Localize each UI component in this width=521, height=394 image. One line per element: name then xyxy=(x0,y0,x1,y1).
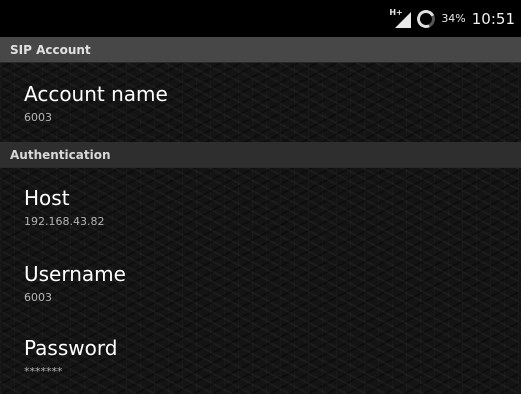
status-bar: H+ 34% 10:51 xyxy=(0,0,521,37)
pref-title: Password xyxy=(24,336,118,360)
pref-title: Username xyxy=(24,262,126,286)
pref-summary: ******* xyxy=(24,365,63,378)
pref-summary: 6003 xyxy=(24,291,52,304)
clock: 10:51 xyxy=(471,9,515,28)
pref-summary: 6003 xyxy=(24,111,52,124)
signal-bars-icon xyxy=(395,11,412,28)
pref-title: Account name xyxy=(24,82,168,106)
pref-host[interactable]: Host 192.168.43.82 xyxy=(0,168,521,244)
battery-percent: 34% xyxy=(441,12,466,25)
pref-password[interactable]: Password ******* xyxy=(0,318,521,394)
pref-summary: 192.168.43.82 xyxy=(24,215,105,228)
pref-username[interactable]: Username 6003 xyxy=(0,244,521,320)
signal-icon: H+ xyxy=(389,8,412,29)
settings-screen: H+ 34% 10:51 SIP Account Account name 60… xyxy=(0,0,521,394)
section-header-authentication: Authentication xyxy=(0,142,521,168)
pref-account-name[interactable]: Account name 6003 xyxy=(0,64,521,140)
pref-title: Host xyxy=(24,186,70,210)
battery-icon xyxy=(414,6,438,31)
section-header-sip-account: SIP Account xyxy=(0,37,521,63)
